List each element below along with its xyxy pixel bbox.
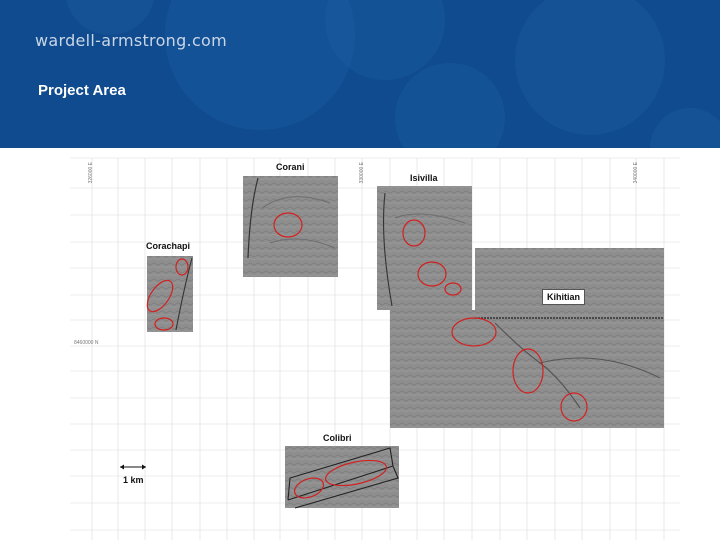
block-isivilla xyxy=(377,186,472,310)
block-corani xyxy=(243,176,338,277)
block-corachapi xyxy=(146,256,193,332)
coord-easting-3: 340000 E xyxy=(633,162,639,184)
page-title: Project Area xyxy=(38,82,126,99)
block-colibri xyxy=(285,446,399,509)
scale-label: 1 km xyxy=(123,475,144,485)
coord-northing: 8460000 N xyxy=(74,340,99,346)
label-corachapi: Corachapi xyxy=(146,241,191,251)
header-decoration xyxy=(66,0,720,148)
scale-bar xyxy=(120,464,146,470)
label-colibri: Colibri xyxy=(323,433,352,443)
label-isivilla: Isivilla xyxy=(410,173,438,183)
label-corani: Corani xyxy=(276,162,305,172)
project-area-map xyxy=(70,157,680,540)
coord-easting-1: 326000 E xyxy=(88,162,94,184)
brand-wordmark: wardell-armstrong.com xyxy=(35,31,228,50)
label-kihitian: Kihitian xyxy=(542,289,585,305)
header-banner: wardell-armstrong.com Project Area xyxy=(0,0,720,148)
coord-easting-2: 330000 E xyxy=(359,162,365,184)
